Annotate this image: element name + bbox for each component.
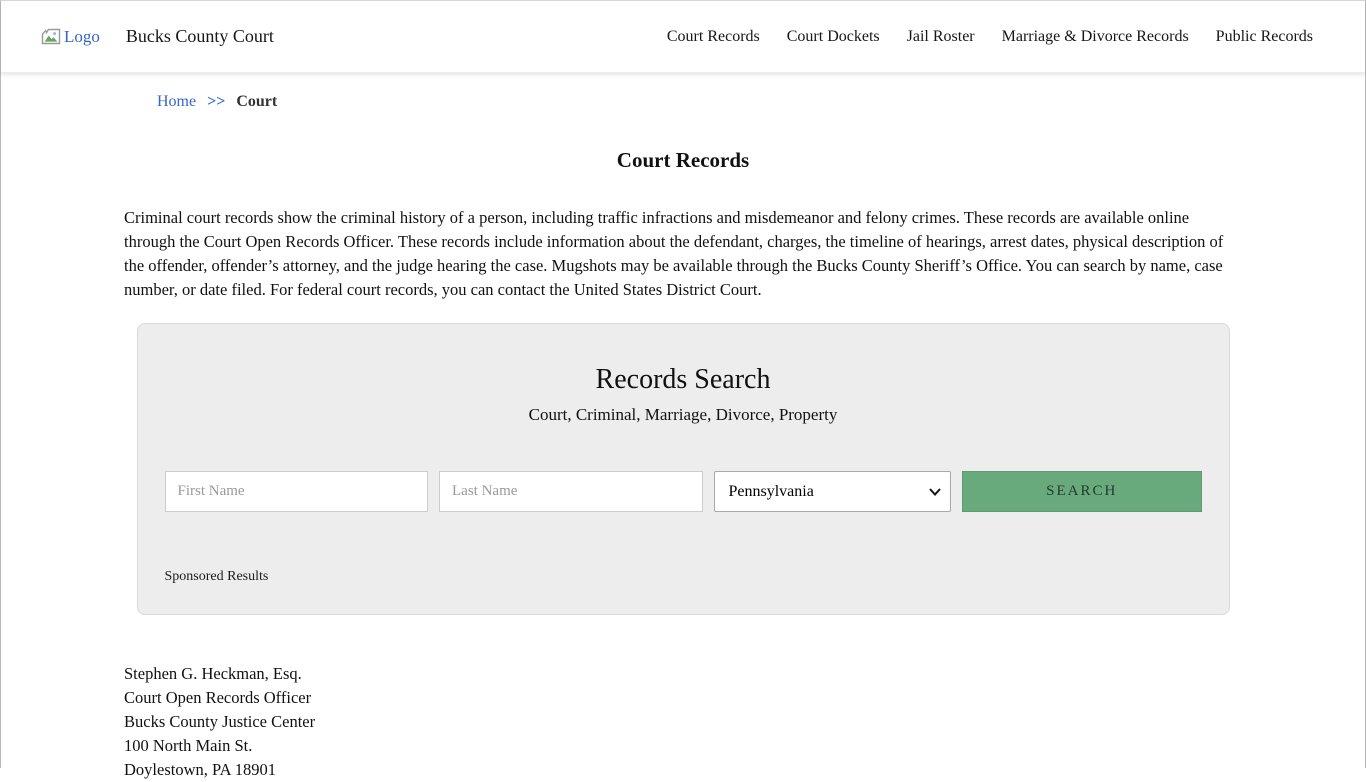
address-line-title: Court Open Records Officer [124, 686, 1242, 710]
footer-address: Stephen G. Heckman, Esq. Court Open Reco… [124, 662, 1242, 782]
intro-paragraph: Criminal court records show the criminal… [124, 206, 1242, 302]
last-name-input[interactable] [439, 471, 703, 512]
state-select-wrap: Pennsylvania [714, 471, 952, 512]
nav-court-records[interactable]: Court Records [667, 28, 760, 46]
address-line-city: Doylestown, PA 18901 [124, 758, 1242, 782]
address-line-street: 100 North Main St. [124, 734, 1242, 758]
address-line-name: Stephen G. Heckman, Esq. [124, 662, 1242, 686]
breadcrumb-home-link[interactable]: Home [157, 93, 196, 110]
search-button[interactable]: SEARCH [962, 471, 1202, 512]
records-search-subtitle: Court, Criminal, Marriage, Divorce, Prop… [165, 405, 1202, 425]
search-form-row: Pennsylvania SEARCH [165, 471, 1202, 512]
site-title: Bucks County Court [126, 26, 274, 47]
records-search-panel: Records Search Court, Criminal, Marriage… [137, 323, 1230, 615]
logo-link[interactable]: Logo [41, 27, 100, 47]
page-title: Court Records [1, 148, 1365, 173]
breadcrumb-separator: >> [207, 93, 225, 110]
broken-image-icon [41, 28, 61, 45]
main-nav: Court Records Court Dockets Jail Roster … [667, 28, 1313, 46]
nav-public-records[interactable]: Public Records [1216, 28, 1313, 46]
logo-alt-text: Logo [64, 27, 100, 47]
breadcrumb: Home >> Court [157, 93, 1365, 111]
first-name-input[interactable] [165, 471, 429, 512]
address-line-building: Bucks County Justice Center [124, 710, 1242, 734]
nav-marriage-divorce-records[interactable]: Marriage & Divorce Records [1002, 28, 1189, 46]
breadcrumb-current: Court [236, 93, 277, 110]
nav-court-dockets[interactable]: Court Dockets [787, 28, 880, 46]
state-select[interactable]: Pennsylvania [714, 471, 952, 512]
records-search-title: Records Search [165, 364, 1202, 396]
nav-jail-roster[interactable]: Jail Roster [907, 28, 975, 46]
sponsored-results-label: Sponsored Results [165, 569, 1202, 585]
header: Logo Bucks County Court Court Records Co… [1, 1, 1365, 73]
